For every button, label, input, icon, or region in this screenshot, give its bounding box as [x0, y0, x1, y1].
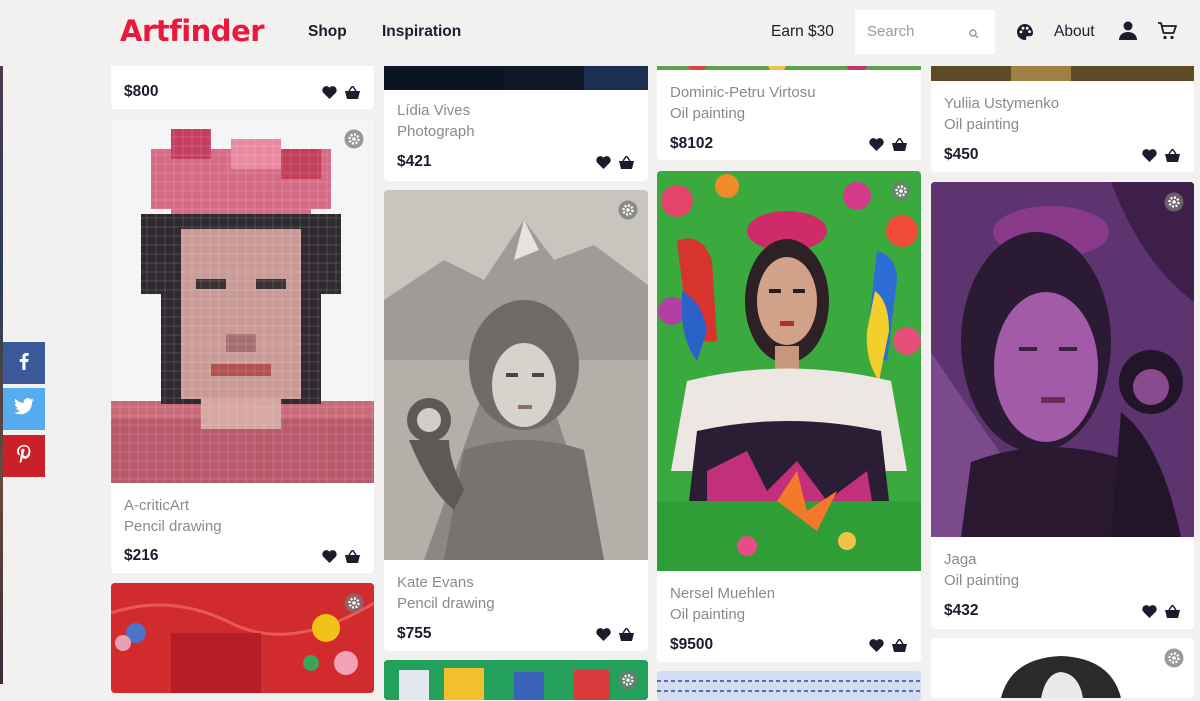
basket-icon[interactable] — [892, 639, 907, 652]
twitter-icon — [14, 398, 34, 420]
artwork-price: $800 — [124, 83, 159, 100]
basket-icon[interactable] — [892, 138, 907, 151]
nav-inspiration[interactable]: Inspiration — [382, 23, 461, 41]
artist-name[interactable]: A-criticArt — [124, 497, 189, 514]
basket-icon[interactable] — [345, 550, 360, 563]
heart-icon[interactable] — [322, 550, 337, 563]
gear-icon[interactable] — [344, 129, 364, 149]
card-actions — [869, 639, 907, 652]
artwork-image[interactable] — [931, 638, 1194, 698]
artwork-price: $755 — [397, 625, 432, 642]
artwork-card[interactable]: Nersel Muehlen Oil painting $9500 — [657, 171, 921, 662]
card-actions — [869, 138, 907, 151]
card-actions — [1142, 605, 1180, 618]
artist-name[interactable]: Yuliia Ustymenko — [944, 95, 1059, 112]
card-actions — [1142, 149, 1180, 162]
heart-icon[interactable] — [322, 86, 337, 99]
heart-icon[interactable] — [596, 628, 611, 641]
artwork-medium: Oil painting — [670, 606, 746, 623]
facebook-icon — [19, 352, 29, 375]
artwork-card[interactable] — [931, 638, 1194, 698]
artwork-image[interactable] — [931, 182, 1194, 537]
artwork-medium: Oil painting — [944, 116, 1020, 133]
window-edge — [0, 0, 3, 684]
artwork-image[interactable] — [657, 171, 921, 571]
artwork-medium: Oil painting — [944, 572, 1020, 589]
heart-icon[interactable] — [1142, 605, 1157, 618]
artwork-card[interactable] — [384, 660, 648, 700]
artist-name[interactable]: Nersel Muehlen — [670, 585, 775, 602]
artwork-price: $216 — [124, 547, 159, 564]
basket-icon[interactable] — [619, 628, 634, 641]
artist-name[interactable]: Lídia Vives — [397, 102, 470, 119]
card-actions — [322, 550, 360, 563]
heart-icon[interactable] — [1142, 149, 1157, 162]
artwork-price: $432 — [944, 602, 979, 619]
card-actions — [596, 628, 634, 641]
artwork-image[interactable] — [111, 119, 374, 483]
artwork-card[interactable] — [111, 583, 374, 693]
artwork-price: $450 — [944, 146, 979, 163]
artwork-card[interactable]: Kate Evans Pencil drawing $755 — [384, 190, 648, 651]
user-icon[interactable] — [1119, 21, 1137, 46]
earn-link[interactable]: Earn $30 — [771, 23, 834, 41]
basket-icon[interactable] — [619, 156, 634, 169]
artwork-price: $8102 — [670, 135, 714, 152]
nav-shop[interactable]: Shop — [308, 23, 347, 41]
gear-icon[interactable] — [618, 670, 638, 690]
facebook-share-button[interactable] — [3, 342, 45, 384]
search-box — [855, 10, 995, 54]
artist-name[interactable]: Dominic-Petru Virtosu — [670, 84, 816, 101]
about-link[interactable]: About — [1054, 23, 1095, 41]
gear-icon[interactable] — [891, 181, 911, 201]
pinterest-icon — [17, 444, 31, 468]
artwork-price: $9500 — [670, 636, 714, 653]
search-input[interactable] — [865, 22, 969, 41]
artwork-image[interactable] — [111, 583, 374, 693]
artwork-image[interactable] — [657, 671, 921, 701]
twitter-share-button[interactable] — [3, 388, 45, 430]
card-actions — [596, 156, 634, 169]
palette-icon[interactable] — [1015, 22, 1035, 47]
artfinder-logo[interactable]: Artfinder — [120, 14, 265, 48]
gear-icon[interactable] — [618, 200, 638, 220]
artwork-medium: Oil painting — [670, 105, 746, 122]
basket-icon[interactable] — [1165, 149, 1180, 162]
heart-icon[interactable] — [869, 138, 884, 151]
artwork-card[interactable]: A-criticArt Pencil drawing $216 — [111, 119, 374, 573]
artwork-image[interactable] — [384, 660, 648, 700]
site-header: Artfinder Shop Inspiration Earn $30 Abou… — [0, 0, 1200, 66]
card-actions — [322, 86, 360, 99]
artwork-medium: Pencil drawing — [124, 518, 222, 535]
artwork-price: $421 — [397, 153, 432, 170]
artist-name[interactable]: Kate Evans — [397, 574, 474, 591]
gear-icon[interactable] — [1164, 192, 1184, 212]
artist-name[interactable]: Jaga — [944, 551, 977, 568]
artwork-image[interactable] — [384, 190, 648, 560]
basket-icon[interactable] — [1165, 605, 1180, 618]
basket-icon[interactable] — [345, 86, 360, 99]
artwork-medium: Pencil drawing — [397, 595, 495, 612]
artwork-card[interactable]: Jaga Oil painting $432 — [931, 182, 1194, 629]
search-icon[interactable] — [969, 26, 979, 44]
pinterest-share-button[interactable] — [3, 435, 45, 477]
gear-icon[interactable] — [344, 593, 364, 613]
cart-icon[interactable] — [1157, 21, 1177, 46]
artwork-medium: Photograph — [397, 123, 475, 140]
heart-icon[interactable] — [869, 639, 884, 652]
gear-icon[interactable] — [1164, 648, 1184, 668]
artwork-card[interactable] — [657, 671, 921, 701]
heart-icon[interactable] — [596, 156, 611, 169]
